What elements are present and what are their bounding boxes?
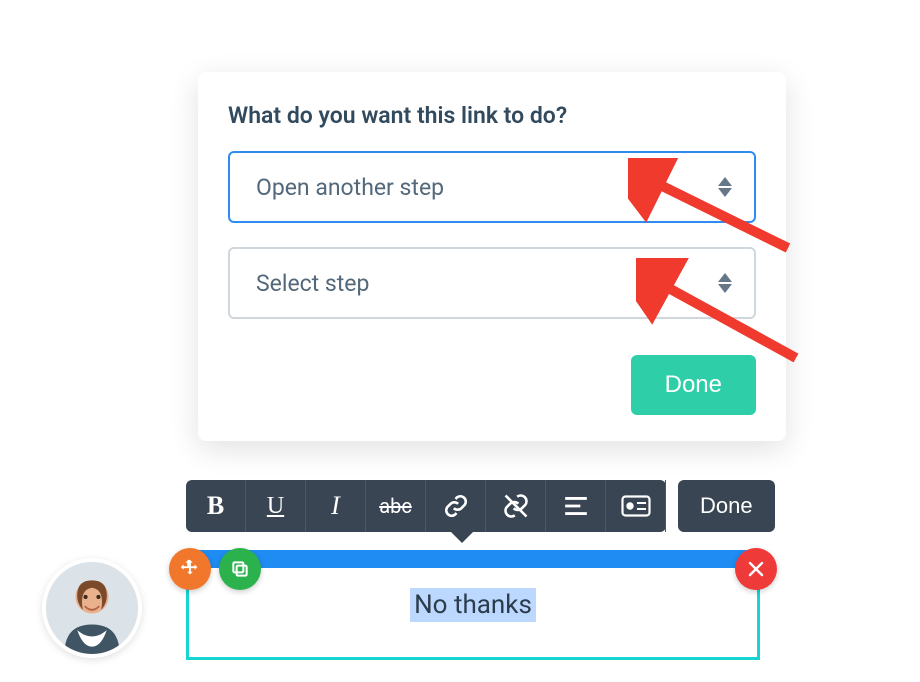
editor-wrap: B U I abc (186, 480, 760, 660)
dialog-title: What do you want this link to do? (228, 102, 756, 129)
underline-icon: U (267, 493, 284, 520)
bold-icon: B (207, 491, 224, 521)
link-icon (443, 493, 469, 519)
move-icon (179, 558, 201, 580)
avatar-image (46, 562, 138, 654)
align-button[interactable] (546, 480, 606, 532)
done-button[interactable]: Done (631, 355, 756, 415)
text-toolbar: B U I abc (186, 480, 666, 532)
toolbar-row: B U I abc (186, 480, 760, 532)
sort-arrows-icon (718, 177, 732, 197)
card-button[interactable] (606, 480, 666, 532)
step-select-placeholder: Select step (256, 270, 369, 297)
align-icon (563, 495, 589, 517)
underline-button[interactable]: U (246, 480, 306, 532)
unlink-button[interactable] (486, 480, 546, 532)
toolbar-caret-icon (451, 532, 473, 543)
unlink-icon (502, 492, 530, 520)
link-action-select-value: Open another step (256, 174, 444, 201)
avatar[interactable] (42, 558, 142, 658)
link-action-dialog: What do you want this link to do? Open a… (198, 72, 786, 441)
step-select[interactable]: Select step (228, 247, 756, 319)
bold-button[interactable]: B (186, 480, 246, 532)
link-action-select[interactable]: Open another step (228, 151, 756, 223)
close-icon (747, 560, 765, 578)
selected-text: No thanks (410, 588, 536, 622)
dialog-actions: Done (228, 355, 756, 415)
copy-icon (230, 559, 250, 579)
link-button[interactable] (426, 480, 486, 532)
italic-icon: I (331, 491, 340, 521)
toolbar-done-button[interactable]: Done (678, 480, 775, 532)
duplicate-button[interactable] (219, 548, 261, 590)
move-handle[interactable] (169, 548, 211, 590)
strikethrough-button[interactable]: abc (366, 480, 426, 532)
strikethrough-icon: abc (379, 494, 412, 518)
selection-bar (186, 550, 760, 568)
card-icon (621, 495, 651, 517)
italic-button[interactable]: I (306, 480, 366, 532)
text-block[interactable]: No thanks (186, 568, 760, 660)
sort-arrows-icon (718, 273, 732, 293)
delete-button[interactable] (735, 548, 777, 590)
